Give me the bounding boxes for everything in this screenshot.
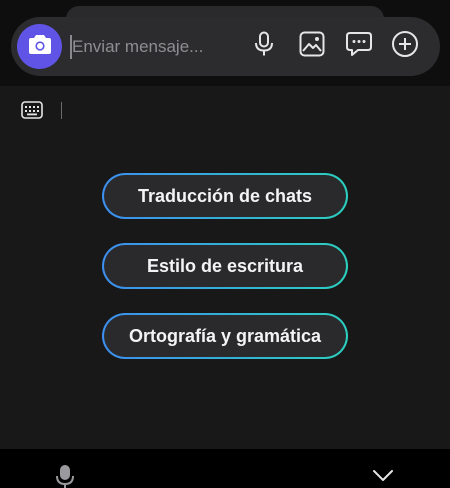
writing-style-button[interactable]: Estilo de escritura xyxy=(102,243,348,289)
keyboard-icon[interactable] xyxy=(21,101,43,119)
chevron-down-icon[interactable] xyxy=(372,469,394,488)
voice-input-button[interactable] xyxy=(248,30,280,62)
camera-button[interactable] xyxy=(17,24,62,69)
image-icon xyxy=(299,31,325,62)
chat-translation-button[interactable]: Traducción de chats xyxy=(102,173,348,219)
keyboard-toolbar xyxy=(0,86,450,136)
plus-circle-icon xyxy=(391,30,419,63)
message-input[interactable] xyxy=(72,33,242,61)
add-attachment-button[interactable] xyxy=(389,30,421,62)
microphone-icon[interactable] xyxy=(55,464,75,488)
camera-icon xyxy=(28,33,52,60)
spelling-grammar-button[interactable]: Ortografía y gramática xyxy=(102,313,348,359)
toolbar-divider xyxy=(61,102,62,119)
message-composer-area xyxy=(0,0,450,86)
bottom-navigation-bar xyxy=(0,449,450,488)
chat-features-button[interactable] xyxy=(343,30,375,62)
microphone-icon xyxy=(253,31,275,62)
gallery-button[interactable] xyxy=(296,30,328,62)
chat-bubble-icon xyxy=(345,30,373,63)
